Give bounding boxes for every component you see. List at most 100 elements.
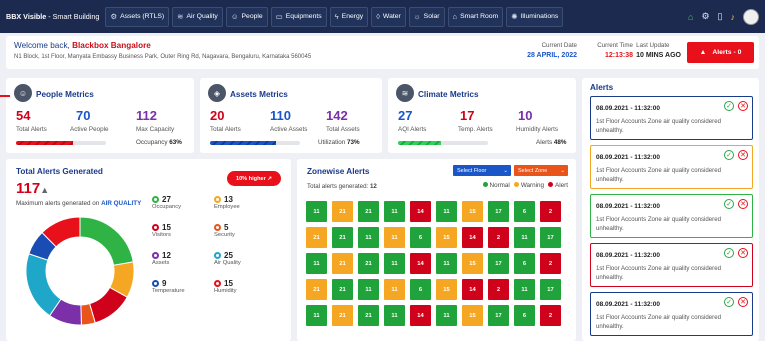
legend-normal: Normal	[482, 182, 510, 189]
donut-slice-occupancy[interactable]	[79, 216, 134, 266]
alerts-button[interactable]: ▲ Alerts - 0	[687, 42, 754, 63]
check-circle-icon[interactable]: ✓	[724, 199, 734, 209]
nav-tab-people[interactable]: ☺ People	[225, 6, 268, 27]
bell-icon[interactable]: ♪	[731, 12, 736, 22]
zone-cell[interactable]: 21	[332, 305, 353, 326]
zone-cell[interactable]: 11	[514, 279, 535, 300]
close-circle-icon[interactable]: ✕	[738, 297, 748, 307]
donut-slice-air-quality[interactable]	[25, 253, 62, 317]
legend-dot	[152, 224, 159, 231]
zone-cell[interactable]: 15	[436, 227, 457, 248]
zone-cell[interactable]: 6	[514, 201, 535, 222]
nav-tab-energy[interactable]: ϟ Energy	[329, 6, 369, 27]
zone-cell[interactable]: 17	[488, 305, 509, 326]
zone-cell[interactable]: 11	[384, 279, 405, 300]
check-circle-icon[interactable]: ✓	[724, 248, 734, 258]
avatar[interactable]	[743, 8, 759, 25]
legend-dot	[214, 280, 221, 287]
zone-cell[interactable]: 11	[358, 227, 379, 248]
legend-dot	[214, 196, 221, 203]
alert-card[interactable]: 08.09.2021 - 11:32:00 1st Floor Accounts …	[590, 194, 753, 238]
zone-cell[interactable]: 21	[358, 305, 379, 326]
zone-cell[interactable]: 11	[436, 253, 457, 274]
nav-tab-assets-rtls[interactable]: ⚙ Assets (RTLS)	[105, 6, 170, 27]
tab-label: Solar	[423, 13, 440, 20]
gear-icon[interactable]: ⚙	[701, 11, 709, 22]
nav-tab-water[interactable]: ◊ Water	[371, 6, 406, 27]
brand-title[interactable]: BBX Visible - Smart Building	[6, 12, 99, 21]
zonewise-title: Zonewise Alerts	[307, 167, 370, 176]
zone-cell[interactable]: 21	[332, 227, 353, 248]
alert-card[interactable]: 08.09.2021 - 11:32:00 1st Floor Accounts …	[590, 243, 753, 287]
nav-tab-air-quality[interactable]: ≋ Air Quality	[172, 6, 223, 27]
zone-cell[interactable]: 2	[540, 201, 561, 222]
zone-cell[interactable]: 2	[540, 253, 561, 274]
zone-cell[interactable]: 14	[410, 305, 431, 326]
chevron-down-icon: ⌄	[503, 167, 508, 174]
zone-cell[interactable]: 11	[384, 201, 405, 222]
zone-cell[interactable]: 14	[410, 253, 431, 274]
zone-cell[interactable]: 21	[332, 253, 353, 274]
zone-cell[interactable]: 21	[358, 201, 379, 222]
welcome-bar: Welcome back, Blackbox Bangalore N1 Bloc…	[6, 36, 759, 69]
zone-cell[interactable]: 11	[306, 305, 327, 326]
zone-cell[interactable]: 17	[488, 253, 509, 274]
alert-card[interactable]: 08.09.2021 - 11:32:00 1st Floor Accounts …	[590, 292, 753, 336]
alert-card[interactable]: 08.09.2021 - 11:32:00 1st Floor Accounts …	[590, 145, 753, 189]
zone-cell[interactable]: 11	[384, 227, 405, 248]
alert-timestamp: 08.09.2021 - 11:32:00	[596, 301, 660, 308]
zone-cell[interactable]: 11	[384, 305, 405, 326]
legend-value: 25	[224, 251, 233, 260]
zone-cell[interactable]: 17	[540, 279, 561, 300]
zone-cell[interactable]: 11	[306, 201, 327, 222]
zone-cell[interactable]: 17	[540, 227, 561, 248]
higher-badge[interactable]: 10% higher ↗	[227, 171, 281, 186]
zone-cell[interactable]: 21	[306, 227, 327, 248]
zone-cell[interactable]: 21	[332, 201, 353, 222]
check-circle-icon[interactable]: ✓	[724, 297, 734, 307]
zone-cell[interactable]: 21	[358, 253, 379, 274]
legend-label: Security	[214, 232, 235, 238]
zone-cell[interactable]: 14	[462, 227, 483, 248]
zone-cell[interactable]: 15	[462, 253, 483, 274]
zone-cell[interactable]: 2	[488, 227, 509, 248]
nav-tab-equipments[interactable]: ▭ Equipments	[270, 6, 327, 27]
zone-cell[interactable]: 6	[410, 279, 431, 300]
zone-cell[interactable]: 15	[462, 305, 483, 326]
select-floor-dropdown[interactable]: Select Floor ⌄	[453, 165, 511, 176]
home-icon[interactable]: ⌂	[688, 12, 693, 22]
close-circle-icon[interactable]: ✕	[738, 248, 748, 258]
zone-cell[interactable]: 14	[462, 279, 483, 300]
zone-cell[interactable]: 14	[410, 201, 431, 222]
check-circle-icon[interactable]: ✓	[724, 101, 734, 111]
zone-cell[interactable]: 11	[306, 253, 327, 274]
close-circle-icon[interactable]: ✕	[738, 101, 748, 111]
alert-card[interactable]: 08.09.2021 - 11:32:00 1st Floor Accounts …	[590, 96, 753, 140]
close-circle-icon[interactable]: ✕	[738, 150, 748, 160]
zone-cell[interactable]: 11	[358, 279, 379, 300]
zone-cell[interactable]: 11	[384, 253, 405, 274]
zone-cell[interactable]: 2	[540, 305, 561, 326]
zone-cell[interactable]: 21	[306, 279, 327, 300]
close-circle-icon[interactable]: ✕	[738, 199, 748, 209]
zone-cell[interactable]: 21	[332, 279, 353, 300]
legend-dot	[214, 252, 221, 259]
document-icon[interactable]: ▯	[718, 11, 723, 22]
check-circle-icon[interactable]: ✓	[724, 150, 734, 160]
nav-tab-illuminations[interactable]: ✺ Illuminations	[506, 6, 564, 27]
zone-cell[interactable]: 11	[436, 201, 457, 222]
zone-cell[interactable]: 6	[410, 227, 431, 248]
zone-cell[interactable]: 11	[436, 305, 457, 326]
zone-cell[interactable]: 6	[514, 253, 535, 274]
zone-cell[interactable]: 11	[514, 227, 535, 248]
zone-cell[interactable]: 17	[488, 201, 509, 222]
zone-cell[interactable]: 2	[488, 279, 509, 300]
zone-cell[interactable]: 6	[514, 305, 535, 326]
nav-tab-solar[interactable]: ☼ Solar	[408, 6, 445, 27]
legend-label: Air Quality	[214, 260, 241, 266]
nav-tab-smart-room[interactable]: ⌂ Smart Room	[447, 6, 504, 27]
zone-cell[interactable]: 15	[462, 201, 483, 222]
legend-item-occupancy: 27 Occupancy	[152, 195, 181, 210]
zone-cell[interactable]: 15	[436, 279, 457, 300]
select-zone-dropdown[interactable]: Select Zone ⌄	[514, 165, 568, 176]
